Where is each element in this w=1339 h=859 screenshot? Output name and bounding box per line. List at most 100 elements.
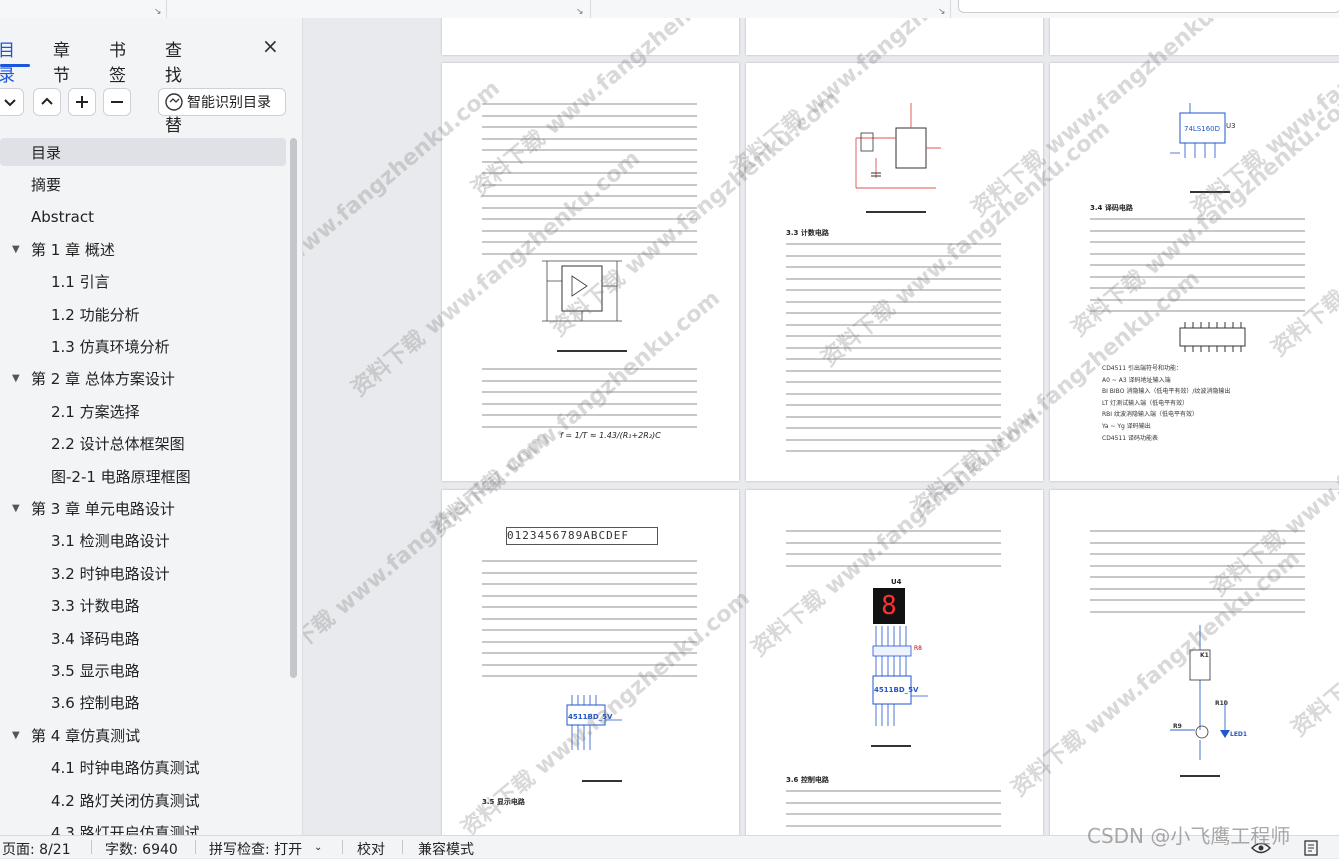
text-line [482,241,697,243]
toc-item[interactable]: 1.3 仿真环境分析 [0,332,286,360]
text-line [482,172,697,174]
ref-u4: U4 [891,578,902,586]
chevron-down-icon [4,99,16,107]
text-line [786,289,1001,291]
expand-arrow-icon[interactable]: ▼ [12,503,20,514]
toc-item[interactable]: ▼ 第 4 章仿真测试 [0,721,286,749]
toc-item[interactable]: 3.6 控制电路 [0,689,286,717]
toc-item[interactable]: Abstract [0,203,286,231]
pin-function-line: CD4511 引出端符号和功能： [1102,365,1182,372]
add-heading-button[interactable] [68,88,96,116]
expand-arrow-icon[interactable]: ▼ [12,730,20,741]
chevron-down-icon[interactable]: ⌄ [314,842,322,853]
toc-item[interactable]: 3.4 译码电路 [0,624,286,652]
toc-item[interactable]: 2.2 设计总体框架图 [0,430,286,458]
proofread-button[interactable]: 校对 [357,839,385,859]
scrollbar-thumb[interactable] [290,138,297,678]
ref-r8: R8 [914,645,922,652]
text-line [786,553,1001,555]
toc-item[interactable]: 3.3 计数电路 [0,592,286,620]
word-count[interactable]: 字数: 6940 [105,839,178,859]
tab-bookmarks[interactable]: 书签 [109,36,126,86]
toc-item-label: Abstract [31,207,94,226]
collapse-all-button[interactable] [0,88,24,116]
text-line [1090,264,1305,266]
toc-item[interactable]: 3.5 显示电路 [0,656,286,684]
text-line [482,252,697,255]
toc-item[interactable]: 图-2-1 电路原理框图 [0,462,286,490]
page-thumb[interactable]: 0123456789ABCDEF 4511BD_5V 3.5 显示电路 [442,490,739,835]
toc-item[interactable]: 3.1 检测电路设计 [0,527,286,555]
toc-item-label: 3.3 计数电路 [51,597,140,616]
toc-item[interactable]: 1.1 引言 [0,268,286,296]
text-line [786,790,1001,792]
chip-diagram: 74LS160D U3 [1170,103,1236,158]
page-thumb[interactable]: f = 1/T ≈ 1.43/(R₁+2R₂)C [442,63,739,481]
page-count[interactable]: 页面: 8/21 [2,839,71,859]
text-line [786,801,1001,804]
page-thumb[interactable]: 3.3 计数电路 [746,63,1043,481]
pin-function-line: BI BIBO 消隐输入（低电平有效）/纹波消隐输出 [1102,388,1231,396]
page-thumb[interactable] [442,18,739,55]
text-line [786,254,1001,257]
tab-toc[interactable]: 目录 [0,36,15,86]
document-area[interactable]: f = 1/T ≈ 1.43/(R₁+2R₂)C 3.3 计数电路 74LS16… [303,18,1339,835]
spell-check-status[interactable]: 拼写检查: 打开 [209,839,302,859]
smart-toc-button[interactable]: 智能识别目录 [158,88,286,116]
expand-all-button[interactable] [33,88,61,116]
text-line [1090,610,1305,613]
group-expand-icon[interactable]: ↘ [938,7,946,17]
text-line [482,218,697,220]
page-thumb[interactable] [1050,18,1339,55]
toc-item-label: 2.2 设计总体框架图 [51,435,185,454]
remove-heading-button[interactable] [103,88,131,116]
toc-item[interactable]: ▼ 第 2 章 总体方案设计 [0,365,286,393]
text-line [482,103,697,105]
text-line [786,541,1001,544]
page-thumb[interactable] [746,18,1043,55]
text-line [786,266,1001,268]
close-pane-icon[interactable]: × [262,34,279,58]
toc-item[interactable]: 摘要 [0,170,286,198]
toc-item[interactable]: 目录 [0,138,286,166]
smart-recognize-icon [165,93,183,111]
smart-toc-label: 智能识别目录 [187,95,271,111]
toc-item[interactable]: 4.2 路灯关闭仿真测试 [0,786,286,814]
toc-item-label: 3.1 检测电路设计 [51,532,170,551]
tab-chapters[interactable]: 章节 [53,36,70,86]
group-expand-icon[interactable]: ↘ [576,7,584,17]
page-view-icon[interactable] [1303,840,1319,856]
text-line [786,346,1001,349]
text-line [786,335,1001,337]
text-line [482,402,697,405]
toc-item[interactable]: 3.2 时钟电路设计 [0,559,286,587]
toc-item-label: 图-2-1 电路原理框图 [51,467,191,486]
text-line [1090,310,1305,312]
text-line [482,652,697,654]
section-heading: 3.6 控制电路 [786,776,829,784]
toc-item[interactable]: 2.1 方案选择 [0,397,286,425]
expand-arrow-icon[interactable]: ▼ [12,244,20,255]
toc-item-label: 4.1 时钟电路仿真测试 [51,759,200,778]
ribbon-style-box[interactable] [958,0,1339,13]
text-line [786,323,1001,326]
expand-arrow-icon[interactable]: ▼ [12,373,20,384]
page-thumb[interactable]: K1 R10 R9 LED1 [1050,490,1339,835]
svg-text:74LS160D: 74LS160D [1184,125,1220,133]
toc-scrollbar[interactable] [290,138,298,678]
text-line [786,450,1001,452]
figure-caption [1190,191,1230,193]
toc-item[interactable]: ▼ 第 3 章 单元电路设计 [0,494,286,522]
group-expand-icon[interactable]: ↘ [154,7,162,17]
text-line [786,415,1001,418]
text-line [482,137,697,140]
page-thumb[interactable]: U4 8 4511BD_5V R8 3.6 控制电路 [746,490,1043,835]
section-heading: 3.3 计数电路 [786,229,829,237]
toc-item[interactable]: ▼ 第 1 章 概述 [0,235,286,263]
text-line [786,300,1001,303]
text-line [786,369,1001,372]
text-line [482,640,697,643]
toc-item[interactable]: 1.2 功能分析 [0,300,286,328]
toc-item[interactable]: 4.1 时钟电路仿真测试 [0,754,286,782]
page-thumb[interactable]: 74LS160D U3 3.4 译码电路 CD4511 引出端符号和功能： A0 … [1050,63,1339,481]
